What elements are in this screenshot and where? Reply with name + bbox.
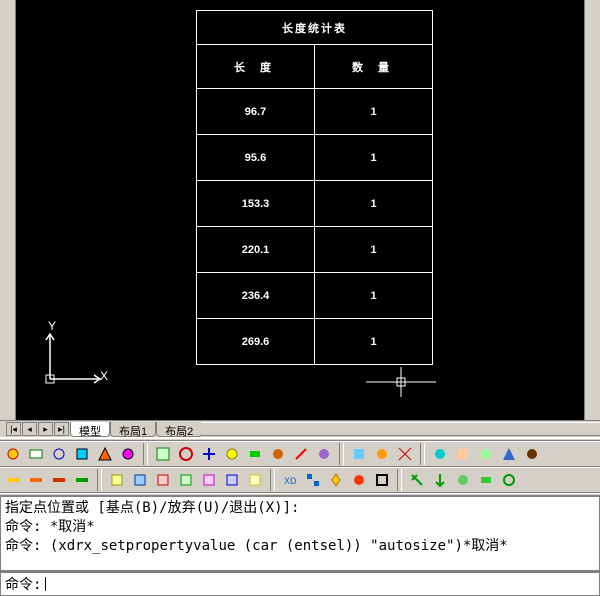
toolbar-icon[interactable] [302,469,324,491]
scrollbar-vertical[interactable] [584,0,600,420]
toolbar-icon[interactable] [48,443,70,465]
canvas-area: 长度统计表 长 度 数 量 96.71 95.61 153.31 220.11 … [0,0,600,420]
tab-nav-last[interactable]: ▸| [54,422,69,436]
tool-palette-left[interactable] [0,0,16,420]
cell-length: 153.3 [197,181,315,227]
cell-length: 236.4 [197,273,315,319]
toolbar-icon[interactable] [475,443,497,465]
toolbar-icon[interactable] [117,443,139,465]
toolbar-icon[interactable] [348,469,370,491]
scrollbar-horizontal[interactable] [201,422,600,436]
toolbar-icon[interactable] [475,469,497,491]
toolbar-icon[interactable] [244,469,266,491]
toolbar-icon[interactable] [198,443,220,465]
toolbar-icon[interactable] [244,443,266,465]
length-stat-table: 长度统计表 长 度 数 量 96.71 95.61 153.31 220.11 … [196,10,433,365]
table-title: 长度统计表 [197,11,433,45]
toolbar-icon[interactable] [221,469,243,491]
cell-count: 1 [315,135,433,181]
toolbar-icon[interactable] [129,469,151,491]
tab-model[interactable]: 模型 [70,422,110,437]
drawing-canvas[interactable]: 长度统计表 长 度 数 量 96.71 95.61 153.31 220.11 … [16,0,584,420]
svg-text:XD: XD [284,476,297,486]
cell-count: 1 [315,273,433,319]
ucs-y-label: Y [48,319,56,333]
toolbar-icon[interactable] [152,469,174,491]
table-header-count: 数 量 [315,45,433,89]
toolbar-icon[interactable] [2,469,24,491]
toolbar-row-2: XD [0,467,600,493]
tab-nav-next[interactable]: ▸ [38,422,53,436]
toolbar-icon[interactable] [313,443,335,465]
toolbar-icon[interactable] [71,469,93,491]
toolbar-icon[interactable] [221,443,243,465]
table-header-length: 长 度 [197,45,315,89]
toolbar-icon[interactable] [2,443,24,465]
cell-length: 220.1 [197,227,315,273]
toolbar-icon[interactable] [175,443,197,465]
toolbar-icon[interactable]: XD [279,469,301,491]
toolbar-icon[interactable] [152,443,174,465]
toolbar-icon[interactable] [429,469,451,491]
toolbar-icon[interactable] [348,443,370,465]
cell-count: 1 [315,227,433,273]
toolbar-icon[interactable] [406,469,428,491]
toolbar-row-1 [0,441,600,467]
command-prompt: 命令: [5,574,41,594]
ucs-x-label: X [100,369,108,383]
toolbar-icon[interactable] [267,443,289,465]
toolbar-icon[interactable] [198,469,220,491]
toolbar-icon[interactable] [25,469,47,491]
toolbar-icon[interactable] [71,443,93,465]
tab-layout1[interactable]: 布局1 [110,422,156,437]
toolbar-icon[interactable] [521,443,543,465]
command-line: 命令: (xdrx_setpropertyvalue (car (entsel)… [5,537,595,556]
command-input[interactable]: 命令: [0,571,600,596]
crosshair-cursor [366,367,436,402]
command-line: 命令: *取消* [5,518,595,537]
toolbar-icon[interactable] [25,443,47,465]
toolbar-icon[interactable] [371,443,393,465]
toolbar-icon[interactable] [106,469,128,491]
text-cursor [45,577,46,591]
tab-nav-first[interactable]: |◂ [6,422,21,436]
cell-length: 269.6 [197,319,315,365]
cell-length: 95.6 [197,135,315,181]
cell-length: 96.7 [197,89,315,135]
toolbar-icon[interactable] [371,469,393,491]
cell-count: 1 [315,89,433,135]
toolbar-icon[interactable] [498,443,520,465]
toolbar-icon[interactable] [452,443,474,465]
command-history[interactable]: 指定点位置或 [基点(B)/放弃(U)/退出(X)]: 命令: *取消* 命令:… [0,496,600,571]
cell-count: 1 [315,319,433,365]
tab-layout2[interactable]: 布局2 [156,422,202,437]
toolbar-icon[interactable] [325,469,347,491]
toolbar-icon[interactable] [290,443,312,465]
tab-nav-prev[interactable]: ◂ [22,422,37,436]
ucs-icon: X Y [40,329,120,392]
toolbar-icon[interactable] [48,469,70,491]
command-line: 指定点位置或 [基点(B)/放弃(U)/退出(X)]: [5,499,595,518]
toolbar-icon[interactable] [175,469,197,491]
toolbar-icon[interactable] [452,469,474,491]
layout-tab-bar: |◂ ◂ ▸ ▸| 模型 布局1 布局2 [0,420,600,438]
toolbar-icon[interactable] [429,443,451,465]
toolbar-icon[interactable] [498,469,520,491]
toolbar-icon[interactable] [94,443,116,465]
cell-count: 1 [315,181,433,227]
toolbar-icon[interactable] [394,443,416,465]
